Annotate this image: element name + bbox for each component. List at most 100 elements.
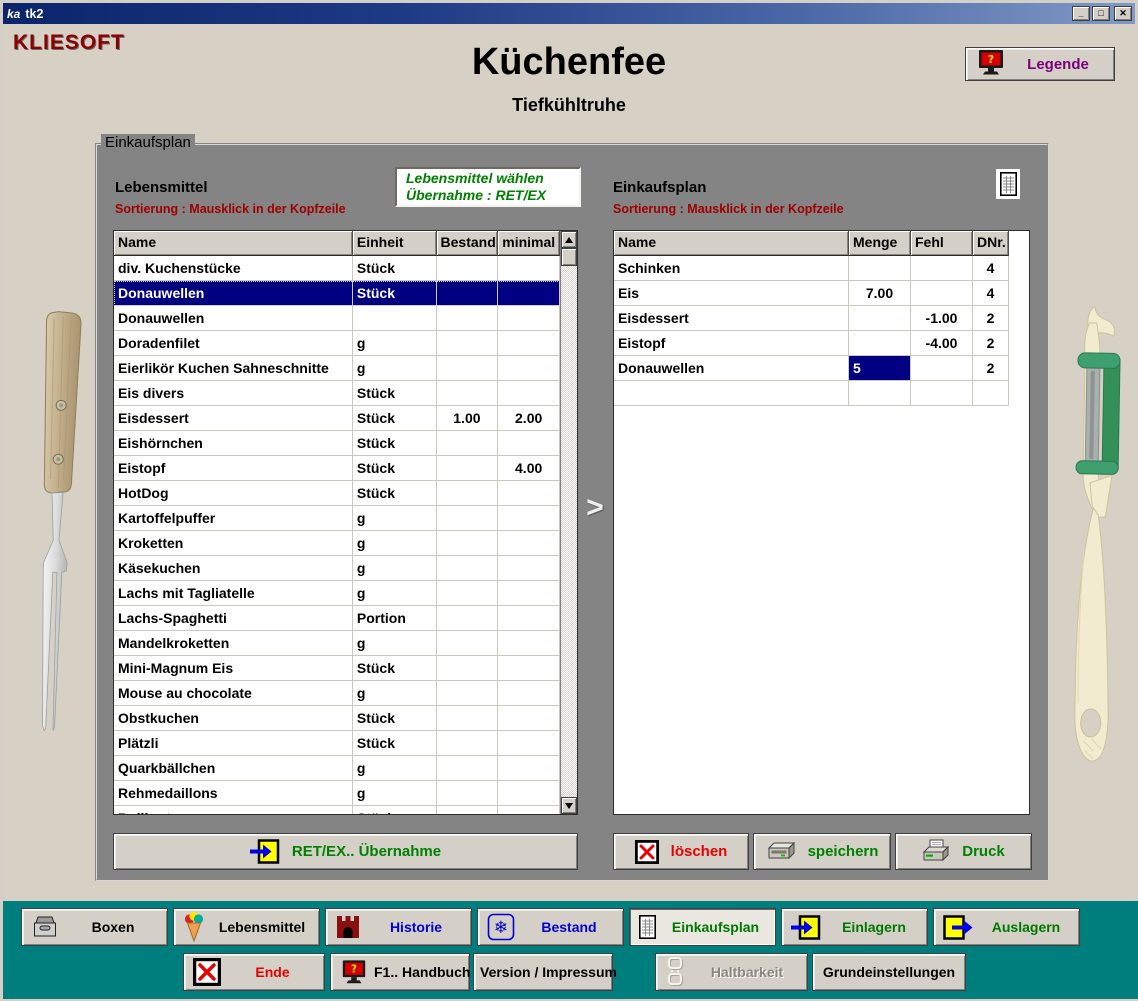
table-cell[interactable] [437, 381, 499, 406]
vertical-scrollbar[interactable] [560, 231, 577, 814]
table-cell[interactable] [498, 531, 560, 556]
table-cell[interactable] [498, 281, 560, 306]
table-cell[interactable]: 5 [849, 356, 911, 381]
column-header-fehl[interactable]: Fehl [911, 231, 973, 256]
speichern-button[interactable]: speichern [753, 833, 891, 870]
table-cell[interactable]: 7.00 [849, 281, 911, 306]
toolbar-button-lebensmittel[interactable]: Lebensmittel [173, 908, 320, 946]
table-cell[interactable] [437, 481, 499, 506]
table-cell[interactable]: Rollbraten [114, 806, 353, 814]
table-row[interactable]: Donauwellen [114, 306, 560, 331]
table-cell[interactable]: 1.00 [437, 406, 499, 431]
table-cell[interactable]: Stück [353, 406, 437, 431]
table-cell[interactable]: Donauwellen [614, 356, 849, 381]
table-cell[interactable]: 2 [973, 306, 1009, 331]
table-cell[interactable] [498, 806, 560, 814]
table-cell[interactable] [911, 281, 973, 306]
table-row[interactable]: ObstkuchenStück [114, 706, 560, 731]
table-cell[interactable]: Eishörnchen [114, 431, 353, 456]
toolbar-button-version-impressum[interactable]: Version / Impressum [473, 953, 613, 991]
table-row[interactable]: Eis diversStück [114, 381, 560, 406]
table-cell[interactable]: g [353, 581, 437, 606]
table-cell[interactable]: g [353, 681, 437, 706]
table-cell[interactable]: Stück [353, 431, 437, 456]
table-cell[interactable] [353, 306, 437, 331]
table-row[interactable]: Donauwellen52 [614, 356, 1029, 381]
column-header-minimal[interactable]: minimal [498, 231, 560, 256]
column-header-bestand[interactable]: Bestand [437, 231, 499, 256]
scrollbar-thumb[interactable] [561, 248, 577, 266]
table-cell[interactable] [498, 581, 560, 606]
table-cell[interactable] [437, 456, 499, 481]
table-cell[interactable]: 4 [973, 256, 1009, 281]
scrollbar-up-button[interactable] [561, 231, 577, 248]
table-cell[interactable] [498, 756, 560, 781]
table-cell[interactable]: g [353, 756, 437, 781]
druck-button[interactable]: Druck [895, 833, 1032, 870]
toolbar-button-auslagern[interactable]: Auslagern [933, 908, 1080, 946]
table-cell[interactable] [498, 656, 560, 681]
table-cell[interactable] [498, 256, 560, 281]
table-cell[interactable]: Eistopf [614, 331, 849, 356]
table-cell[interactable]: g [353, 531, 437, 556]
table-cell[interactable] [849, 256, 911, 281]
table-row[interactable]: Kartoffelpufferg [114, 506, 560, 531]
table-row[interactable]: Eis7.004 [614, 281, 1029, 306]
table-cell[interactable] [614, 381, 849, 406]
column-header-name[interactable]: Name [114, 231, 353, 256]
table-row[interactable]: PlätzliStück [114, 731, 560, 756]
table-cell[interactable]: g [353, 781, 437, 806]
legende-button[interactable]: ? Legende [965, 47, 1115, 81]
table-row[interactable]: EistopfStück4.00 [114, 456, 560, 481]
toolbar-button-bestand[interactable]: ❄Bestand [477, 908, 624, 946]
table-row[interactable]: EishörnchenStück [114, 431, 560, 456]
table-cell[interactable] [498, 731, 560, 756]
toolbar-button-einkaufsplan[interactable]: Einkaufsplan [629, 908, 776, 946]
table-cell[interactable] [437, 306, 499, 331]
table-row[interactable]: Lachs mit Tagliatelleg [114, 581, 560, 606]
table-cell[interactable] [437, 731, 499, 756]
table-row[interactable]: Eisdessert-1.002 [614, 306, 1029, 331]
table-cell[interactable] [498, 356, 560, 381]
table-cell[interactable]: Donauwellen [114, 306, 353, 331]
table-cell[interactable] [498, 706, 560, 731]
table-cell[interactable]: Stück [353, 381, 437, 406]
uebernahme-button[interactable]: RET/EX.. Übernahme [113, 833, 578, 870]
table-row[interactable]: RollbratenStück [114, 806, 560, 814]
table-cell[interactable] [437, 656, 499, 681]
table-cell[interactable] [437, 631, 499, 656]
minimize-button[interactable]: _ [1072, 6, 1090, 21]
table-row[interactable]: DonauwellenStück [114, 281, 560, 306]
table-row[interactable]: Lachs-SpaghettiPortion [114, 606, 560, 631]
table-cell[interactable]: g [353, 331, 437, 356]
table-row[interactable]: Eierlikör Kuchen Sahneschnitteg [114, 356, 560, 381]
table-cell[interactable] [437, 681, 499, 706]
table-cell[interactable] [498, 781, 560, 806]
toolbar-button-f1-handbuch[interactable]: ?F1.. Handbuch [330, 953, 470, 991]
table-cell[interactable]: g [353, 631, 437, 656]
table-row[interactable]: HotDogStück [114, 481, 560, 506]
table-row[interactable]: EisdessertStück1.002.00 [114, 406, 560, 431]
table-cell[interactable] [498, 631, 560, 656]
table-cell[interactable]: div. Kuchenstücke [114, 256, 353, 281]
table-row[interactable]: Schinken4 [614, 256, 1029, 281]
table-row[interactable]: Mini-Magnum EisStück [114, 656, 560, 681]
table-cell[interactable] [437, 531, 499, 556]
table-cell[interactable] [437, 556, 499, 581]
table-cell[interactable]: Eierlikör Kuchen Sahneschnitte [114, 356, 353, 381]
table-row[interactable]: Käsekucheng [114, 556, 560, 581]
table-cell[interactable] [437, 581, 499, 606]
table-cell[interactable] [911, 256, 973, 281]
table-cell[interactable]: Rehmedaillons [114, 781, 353, 806]
table-cell[interactable] [849, 381, 911, 406]
table-row[interactable]: Eistopf-4.002 [614, 331, 1029, 356]
table-cell[interactable]: Obstkuchen [114, 706, 353, 731]
table-cell[interactable] [498, 556, 560, 581]
table-cell[interactable]: Doradenfilet [114, 331, 353, 356]
table-row[interactable]: Mandelkroketteng [114, 631, 560, 656]
table-cell[interactable] [437, 806, 499, 814]
table-cell[interactable] [437, 706, 499, 731]
table-cell[interactable]: Stück [353, 656, 437, 681]
table-cell[interactable] [437, 331, 499, 356]
table-cell[interactable]: 2 [973, 331, 1009, 356]
